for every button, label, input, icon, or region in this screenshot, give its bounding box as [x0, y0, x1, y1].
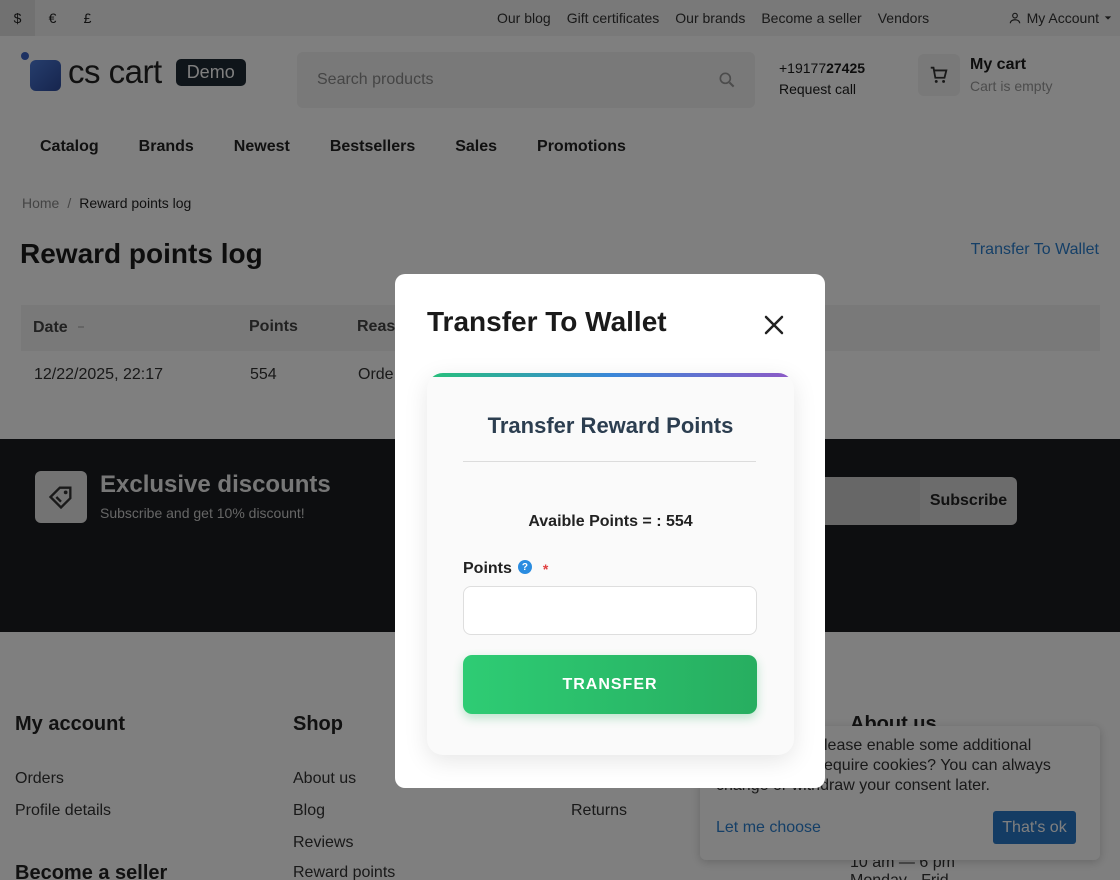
help-icon[interactable]: ? — [517, 560, 532, 574]
transfer-modal: Transfer To Wallet Transfer Reward Point… — [395, 274, 825, 788]
card-accent-bar — [427, 373, 794, 377]
transfer-card: Transfer Reward Points Avaible Points = … — [427, 373, 794, 755]
transfer-button[interactable]: TRANSFER — [463, 655, 757, 714]
available-points: Avaible Points = : 554 — [528, 513, 693, 530]
points-label: Points ? * — [463, 560, 549, 577]
required-mark: * — [542, 561, 549, 577]
close-icon[interactable] — [763, 314, 785, 336]
modal-title: Transfer To Wallet — [427, 306, 667, 337]
points-input[interactable] — [463, 586, 757, 635]
card-title: Transfer Reward Points — [487, 413, 734, 438]
card-divider — [463, 461, 756, 462]
